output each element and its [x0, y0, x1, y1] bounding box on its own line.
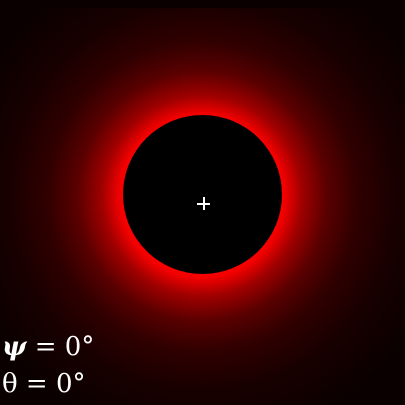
theta-symbol: θ: [2, 369, 18, 399]
theta-value: = 0°: [17, 369, 86, 399]
psi-readout: ψ = 0°: [2, 332, 94, 362]
theta-readout: θ = 0°: [2, 369, 86, 399]
crosshair-icon: [197, 197, 210, 210]
psi-value: = 0°: [26, 332, 95, 362]
psi-symbol: ψ: [2, 332, 27, 362]
render-viewport: ψ = 0° θ = 0°: [0, 0, 405, 405]
dark-disk: [123, 115, 282, 274]
